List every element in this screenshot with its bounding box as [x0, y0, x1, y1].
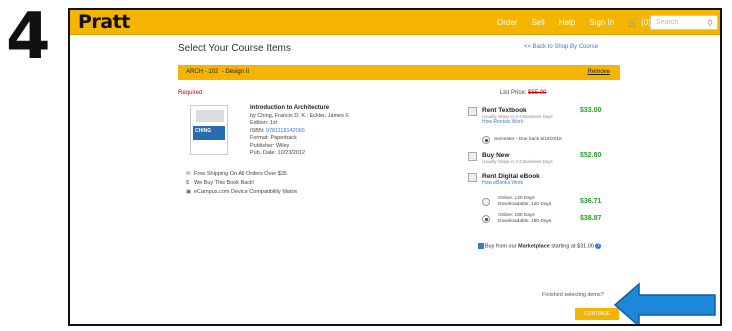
how-ebooks-work-link[interactable]: How eBooks Work	[482, 180, 540, 186]
main-nav: Order Sell Help Sign In 🛒 (0)	[497, 10, 651, 35]
cover-text: CHING	[195, 128, 212, 134]
how-rentals-work-link[interactable]: How Rentals Work	[482, 119, 553, 125]
book-publisher: Publisher: Wiley	[250, 142, 290, 149]
perks-list: ✉ Free Shipping On All Orders Over $35 $ W…	[186, 170, 297, 197]
cover-illustration	[196, 110, 224, 122]
course-code: ARCH - 102 - Design II	[186, 69, 250, 75]
book-edition: Edition: 1st	[250, 120, 278, 126]
browser-frame: Pratt Order Sell Help Sign In 🛒 (0) Sear…	[68, 8, 722, 326]
buy-new-price: $52.80	[580, 152, 602, 159]
perk-device-matrix[interactable]: ▣ eCampus.com Device Compatibility Matrix	[186, 188, 297, 197]
remove-course-link[interactable]: Remove	[588, 65, 610, 80]
cart-button[interactable]: 🛒 (0)	[628, 10, 651, 35]
search-input[interactable]: Search ⚲	[650, 15, 718, 30]
cart-icon: 🛒	[628, 18, 639, 27]
page-title: Select Your Course Items	[178, 43, 291, 54]
rent-textbook-checkbox[interactable]	[468, 107, 477, 116]
semester-radio-label: Semester - Due back 5/18/2018	[494, 137, 562, 142]
semester-radio[interactable]	[482, 136, 490, 144]
nav-help[interactable]: Help	[559, 10, 575, 35]
rent-textbook-price: $33.00	[580, 107, 602, 114]
search-placeholder: Search	[656, 19, 679, 26]
list-price: List Price: $55.00	[500, 90, 547, 96]
ebook-120-price: $36.71	[580, 198, 602, 205]
dollar-icon: $	[186, 180, 190, 186]
book-format: Format: Paperback	[250, 135, 297, 141]
buy-new-label: Buy New	[482, 152, 510, 159]
truck-icon: ✉	[186, 171, 191, 177]
isbn-link[interactable]: 9781118142066	[266, 128, 305, 134]
book-title: Introduction to Architecture	[250, 105, 330, 111]
required-label: Required	[178, 90, 203, 96]
buy-new-option: Buy New Usually Ships in 3-4 Business Da…	[482, 152, 553, 164]
site-logo[interactable]: Pratt	[78, 10, 130, 35]
ebook-180-price: $38.87	[580, 215, 602, 222]
ebook-120-radio[interactable]	[482, 198, 490, 206]
rent-textbook-label: Rent Textbook	[482, 107, 527, 114]
book-pub-date: Pub. Date: 10/23/2012	[250, 150, 306, 156]
book-cover-image: CHING	[190, 105, 228, 155]
search-icon[interactable]: ⚲	[707, 17, 713, 30]
nav-order[interactable]: Order	[497, 10, 517, 35]
marketplace-icon	[478, 243, 484, 249]
step-number: 4	[6, 0, 51, 74]
nav-sell[interactable]: Sell	[531, 10, 544, 35]
ebook-180-radio[interactable]	[482, 215, 490, 223]
device-icon: ▣	[186, 189, 192, 195]
ebook-180-label: Online: 180 Days Downloadable: 180 Days	[498, 213, 552, 224]
rent-ebook-checkbox[interactable]	[468, 173, 477, 182]
finished-prompt: Finished selecting items?	[542, 292, 604, 298]
perk-free-shipping: ✉ Free Shipping On All Orders Over $35	[186, 171, 287, 177]
back-to-shop-link[interactable]: << Back to Shop By Course	[524, 44, 598, 50]
book-isbn: ISBN: 9781118142066	[250, 127, 305, 134]
pointer-arrow-icon	[613, 282, 716, 324]
book-info: Introduction to Architecture by Ching, F…	[250, 105, 350, 158]
ebook-120-label: Online: 120 Days Downloadable: 120 Days	[498, 196, 552, 207]
buy-new-checkbox[interactable]	[468, 152, 477, 161]
rent-ebook-label: Rent Digital eBook	[482, 173, 540, 180]
book-authors: by Ching, Francis D. K.; Eckler, James F…	[250, 112, 350, 119]
rent-ebook-option: Rent Digital eBook How eBooks Work	[482, 173, 540, 186]
perk-buyback: $ We Buy This Book Back!	[186, 180, 255, 186]
rent-textbook-option: Rent Textbook Usually Ships in 3-4 Busin…	[482, 107, 553, 125]
course-header: ARCH - 102 - Design II Remove	[178, 65, 620, 80]
buy-new-shipping: Usually Ships in 3-4 Business Days	[482, 159, 553, 164]
marketplace-offer[interactable]: Buy from our Marketplace starting at $31…	[478, 243, 602, 249]
help-icon[interactable]: ?	[595, 243, 602, 249]
top-navigation-bar: Pratt Order Sell Help Sign In 🛒 (0) Sear…	[70, 10, 720, 35]
nav-sign-in[interactable]: Sign In	[589, 10, 614, 35]
